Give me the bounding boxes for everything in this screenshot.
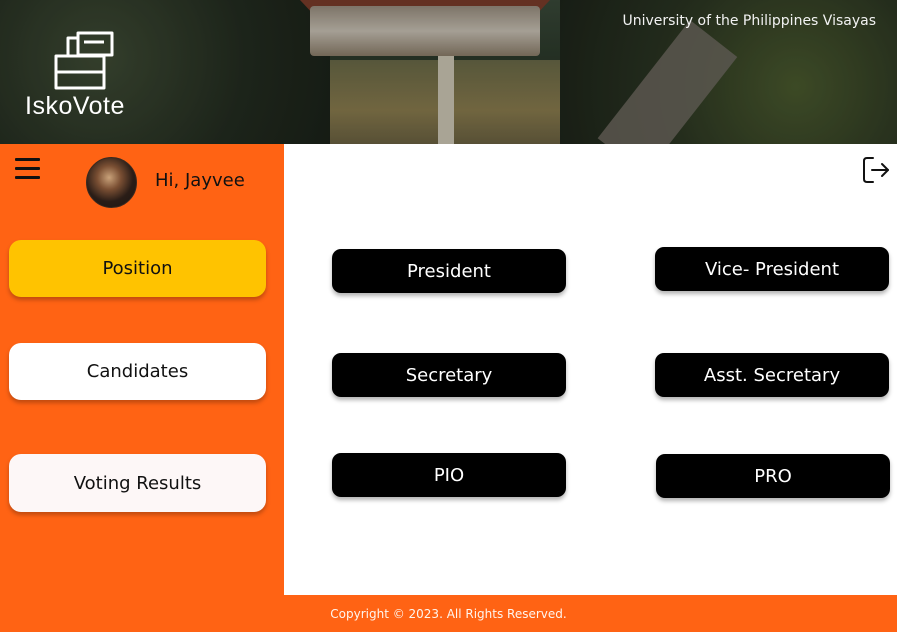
copyright-text: Copyright © 2023. All Rights Reserved.: [330, 606, 567, 621]
university-name: University of the Philippines Visayas: [622, 13, 876, 29]
position-pio-button[interactable]: PIO: [332, 453, 566, 497]
footer: Copyright © 2023. All Rights Reserved.: [0, 595, 897, 632]
avatar: [86, 157, 137, 208]
hamburger-menu-icon[interactable]: [15, 158, 40, 180]
nav-candidates-button[interactable]: Candidates: [9, 343, 266, 400]
ballot-box-icon: [54, 31, 114, 90]
position-secretary-button[interactable]: Secretary: [332, 353, 566, 397]
nav-position-button[interactable]: Position: [9, 240, 266, 297]
app-name: IskoVote: [25, 92, 125, 120]
position-vice-president-button[interactable]: Vice- President: [655, 247, 889, 291]
position-asst-secretary-button[interactable]: Asst. Secretary: [655, 353, 889, 397]
nav-voting-results-button[interactable]: Voting Results: [9, 454, 266, 512]
position-president-button[interactable]: President: [332, 249, 566, 293]
user-greeting: Hi, Jayvee: [155, 170, 245, 191]
position-pro-button[interactable]: PRO: [656, 454, 890, 498]
logout-icon[interactable]: [861, 155, 891, 185]
